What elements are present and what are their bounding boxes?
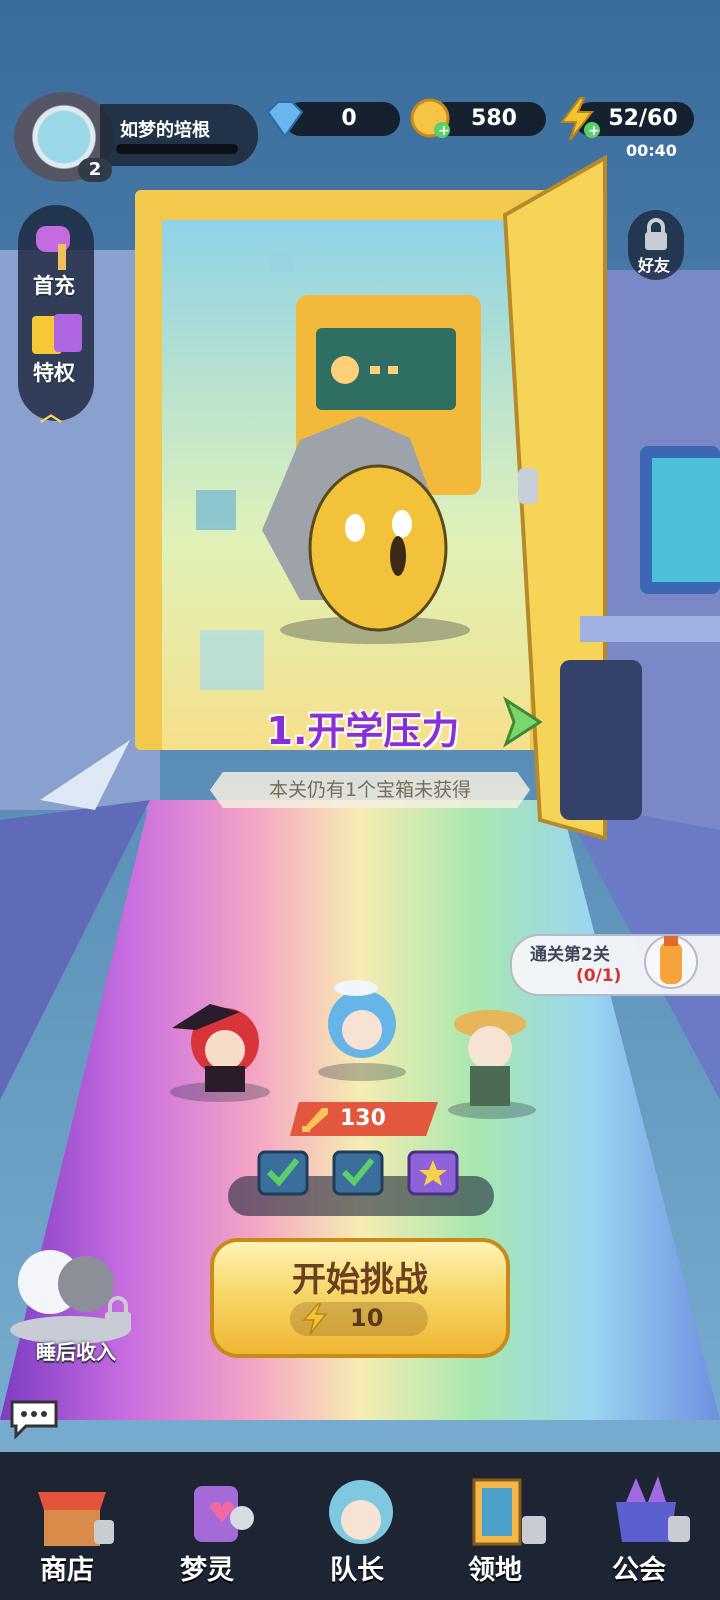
sword-icon [302,1108,328,1132]
chat-icon[interactable] [6,1394,62,1440]
nav-label-shop: 商店 [40,1555,94,1586]
player-name: 如梦的培根 [120,120,210,141]
nav-label-guild: 公会 [612,1555,666,1586]
shop-icon [38,1492,114,1546]
privilege-button[interactable]: 特权 [33,357,75,387]
nav-item-guild[interactable]: 公会 [576,1452,720,1600]
next-stage-arrow-icon[interactable] [500,696,544,748]
lock-icon [645,218,667,250]
energy-cost-value: 10 [350,1304,384,1332]
gem-count: 0 [341,106,357,131]
nav-item-shop[interactable]: 商店 [0,1452,144,1600]
friends-label: 好友 [638,256,671,275]
gold-count: 580 [471,106,517,131]
quest-progress: (0/1) [576,966,622,986]
nav-item-territory[interactable]: 领地 [432,1452,576,1600]
lightning-icon [302,1303,328,1335]
energy-timer: 00:40 [626,141,677,160]
start-challenge-label: 开始挑战 [292,1260,428,1300]
team-power-value: 130 [340,1106,386,1131]
first-recharge-button[interactable]: 首充 [33,270,75,300]
chest-claimed-2[interactable] [330,1144,386,1200]
nav-label-dream-spirit: 梦灵 [180,1555,234,1586]
lightning-icon: + [560,97,600,141]
experience-bar [116,144,238,154]
stage-title: 1.开学压力 [266,709,460,753]
chest-unclaimed[interactable] [405,1144,461,1200]
svg-text:+: + [438,123,450,139]
nav-label-captain: 队长 [330,1555,384,1586]
dream-spirit-icon [194,1486,254,1542]
guild-icon [616,1476,690,1542]
svg-text:+: + [588,123,600,139]
energy-count: 52/60 [608,106,678,131]
nav-item-captain[interactable]: 队长 [288,1452,432,1600]
diamond-icon [266,101,304,138]
collapse-arrow-icon[interactable]: ︿ [40,396,62,428]
privilege-card-icon [32,314,82,354]
territory-icon [472,1478,546,1546]
chest-claimed-1[interactable] [255,1144,311,1200]
stage-chest-hint: 本关仍有1个宝箱未获得 [210,772,530,808]
captain-icon [329,1480,393,1544]
quest-title: 通关第2关 [530,945,610,965]
nav-item-dream-spirit[interactable]: 梦灵 [144,1452,288,1600]
reward-bottle-icon [644,935,698,989]
hammer-icon [36,226,70,270]
sleep-income-button[interactable]: 睡后收入 [36,1336,116,1365]
player-level-badge: 2 [78,158,112,182]
nav-label-territory: 领地 [468,1555,522,1586]
lock-icon [105,1296,131,1332]
gold-coin-icon: + [410,98,450,139]
